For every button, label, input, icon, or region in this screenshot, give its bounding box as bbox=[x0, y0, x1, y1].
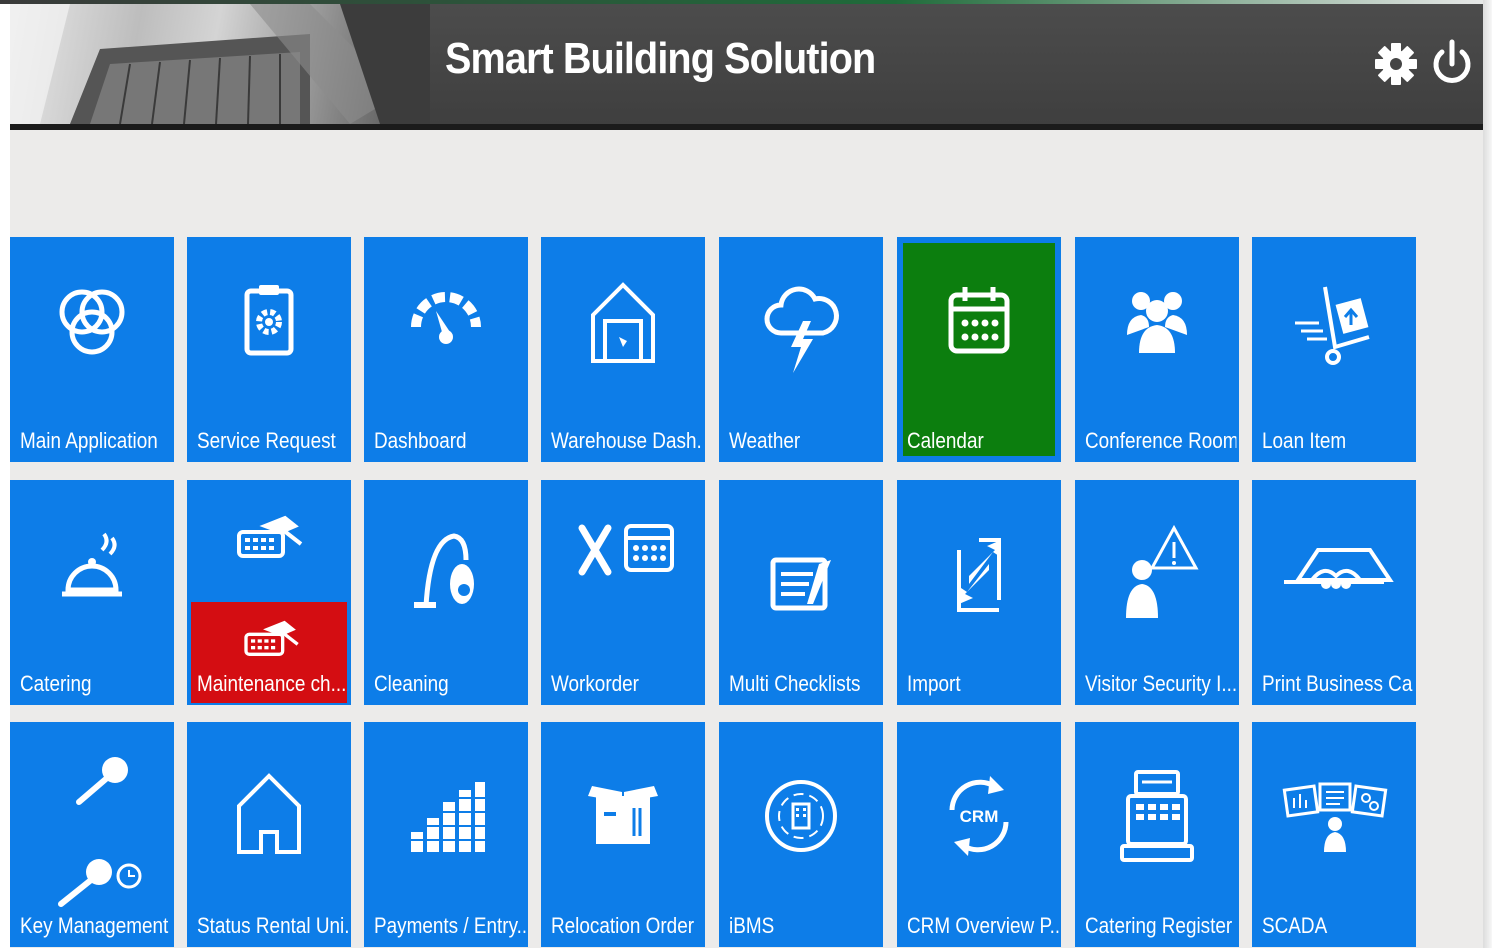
tile-catering-register[interactable]: Catering Register bbox=[1075, 722, 1239, 947]
warehouse-icon bbox=[591, 282, 655, 363]
building-photo bbox=[10, 4, 430, 124]
tile-label: Weather bbox=[729, 428, 801, 453]
hand-truck-icon bbox=[1295, 286, 1370, 365]
tools-calendar-icon bbox=[578, 524, 674, 576]
rings-icon bbox=[59, 289, 125, 355]
scada-monitor-icon bbox=[1282, 782, 1388, 852]
people-group-icon bbox=[1127, 292, 1187, 353]
tile-label: Conference Room bbox=[1085, 428, 1237, 453]
keyboard-hammer-icon bbox=[244, 620, 299, 656]
tile-conference-room[interactable]: Conference Room bbox=[1075, 237, 1239, 462]
coin-stacks-icon bbox=[409, 782, 487, 852]
tile-label: Relocation Order bbox=[551, 913, 695, 938]
tile-maintenance[interactable]: Maintenance ch... bbox=[187, 480, 351, 705]
tile-warehouse-dashboard[interactable]: Warehouse Dash... bbox=[541, 237, 705, 462]
house-outline-icon bbox=[237, 773, 301, 854]
tile-label: CRM Overview P... bbox=[907, 913, 1059, 938]
tile-relocation-order[interactable]: Relocation Order bbox=[541, 722, 705, 947]
tile-label: Payments / Entry... bbox=[374, 913, 526, 938]
tile-label: Multi Checklists bbox=[729, 671, 861, 696]
tile-key-management[interactable]: Key Management bbox=[10, 722, 174, 947]
tile-label: Catering Register bbox=[1085, 913, 1233, 938]
tile-payments-entry[interactable]: Payments / Entry... bbox=[364, 722, 528, 947]
vacuum-icon bbox=[414, 533, 474, 608]
tile-scada[interactable]: SCADA bbox=[1252, 722, 1416, 947]
tile-label: Import bbox=[907, 671, 961, 696]
tile-crm-overview[interactable]: CRM CRM Overview P... bbox=[897, 722, 1061, 947]
app-window: Smart Building Solution Main Application… bbox=[10, 4, 1483, 948]
tile-import[interactable]: Import bbox=[897, 480, 1061, 705]
tile-service-request[interactable]: Service Request bbox=[187, 237, 351, 462]
tile-ibms[interactable]: iBMS bbox=[719, 722, 883, 947]
tile-label: Catering bbox=[20, 671, 92, 696]
tile-status-rental-units[interactable]: Status Rental Uni... bbox=[187, 722, 351, 947]
keyboard-hammer-icon bbox=[237, 515, 303, 558]
tile-label: Print Business Ca... bbox=[1262, 671, 1414, 696]
tile-label: Service Request bbox=[197, 428, 336, 453]
tile-weather[interactable]: Weather bbox=[719, 237, 883, 462]
tile-visitor-security[interactable]: Visitor Security I... bbox=[1075, 480, 1239, 705]
storm-cloud-icon bbox=[764, 286, 839, 373]
import-arrows-icon bbox=[957, 538, 1001, 612]
tile-label: Workorder bbox=[551, 671, 639, 696]
tile-catering[interactable]: Catering bbox=[10, 480, 174, 705]
tile-label: Maintenance ch... bbox=[197, 671, 347, 696]
cash-register-icon bbox=[1120, 770, 1194, 862]
tile-multi-checklists[interactable]: Multi Checklists bbox=[719, 480, 883, 705]
crm-icon-text: CRM bbox=[960, 807, 999, 826]
tile-cleaning[interactable]: Cleaning bbox=[364, 480, 528, 705]
calendar-icon bbox=[948, 287, 1010, 354]
tile-loan-item[interactable]: Loan Item bbox=[1252, 237, 1416, 462]
gear-icon bbox=[1375, 43, 1417, 85]
tile-print-business-card[interactable]: Print Business Ca... bbox=[1252, 480, 1416, 705]
tile-label: Loan Item bbox=[1262, 428, 1347, 453]
crm-cycle-icon: CRM bbox=[949, 776, 1009, 856]
logout-button[interactable] bbox=[1430, 34, 1474, 90]
tile-label: Calendar bbox=[907, 428, 984, 453]
settings-button[interactable] bbox=[1374, 34, 1418, 90]
tile-workorder[interactable]: Workorder bbox=[541, 480, 705, 705]
header-bar: Smart Building Solution bbox=[10, 4, 1483, 130]
tile-label: Cleaning bbox=[374, 671, 449, 696]
tile-label: iBMS bbox=[729, 913, 775, 938]
tile-label: Status Rental Uni... bbox=[197, 913, 349, 938]
tile-label: Main Application bbox=[20, 428, 158, 453]
tile-label: Visitor Security I... bbox=[1085, 671, 1237, 696]
visitor-warning-icon bbox=[1126, 524, 1199, 618]
tile-calendar[interactable]: Calendar bbox=[897, 237, 1061, 462]
cloche-icon bbox=[62, 532, 122, 597]
tile-label: Key Management bbox=[20, 913, 169, 938]
checklist-icon bbox=[770, 557, 831, 611]
tile-label: Dashboard bbox=[374, 428, 467, 453]
business-card-hands-icon bbox=[1284, 548, 1394, 589]
window-edge bbox=[1483, 0, 1492, 948]
gauge-icon bbox=[411, 292, 481, 344]
tile-dashboard[interactable]: Dashboard bbox=[364, 237, 528, 462]
app-title: Smart Building Solution bbox=[445, 34, 876, 83]
keys-icon bbox=[58, 757, 142, 907]
moving-box-icon bbox=[588, 786, 658, 844]
tile-main-application[interactable]: Main Application bbox=[10, 237, 174, 462]
power-icon bbox=[1433, 39, 1471, 83]
tile-label: SCADA bbox=[1262, 913, 1328, 938]
tile-label: Warehouse Dash... bbox=[551, 428, 703, 453]
clipboard-gear-icon bbox=[244, 285, 294, 356]
building-circle-icon bbox=[765, 780, 837, 852]
